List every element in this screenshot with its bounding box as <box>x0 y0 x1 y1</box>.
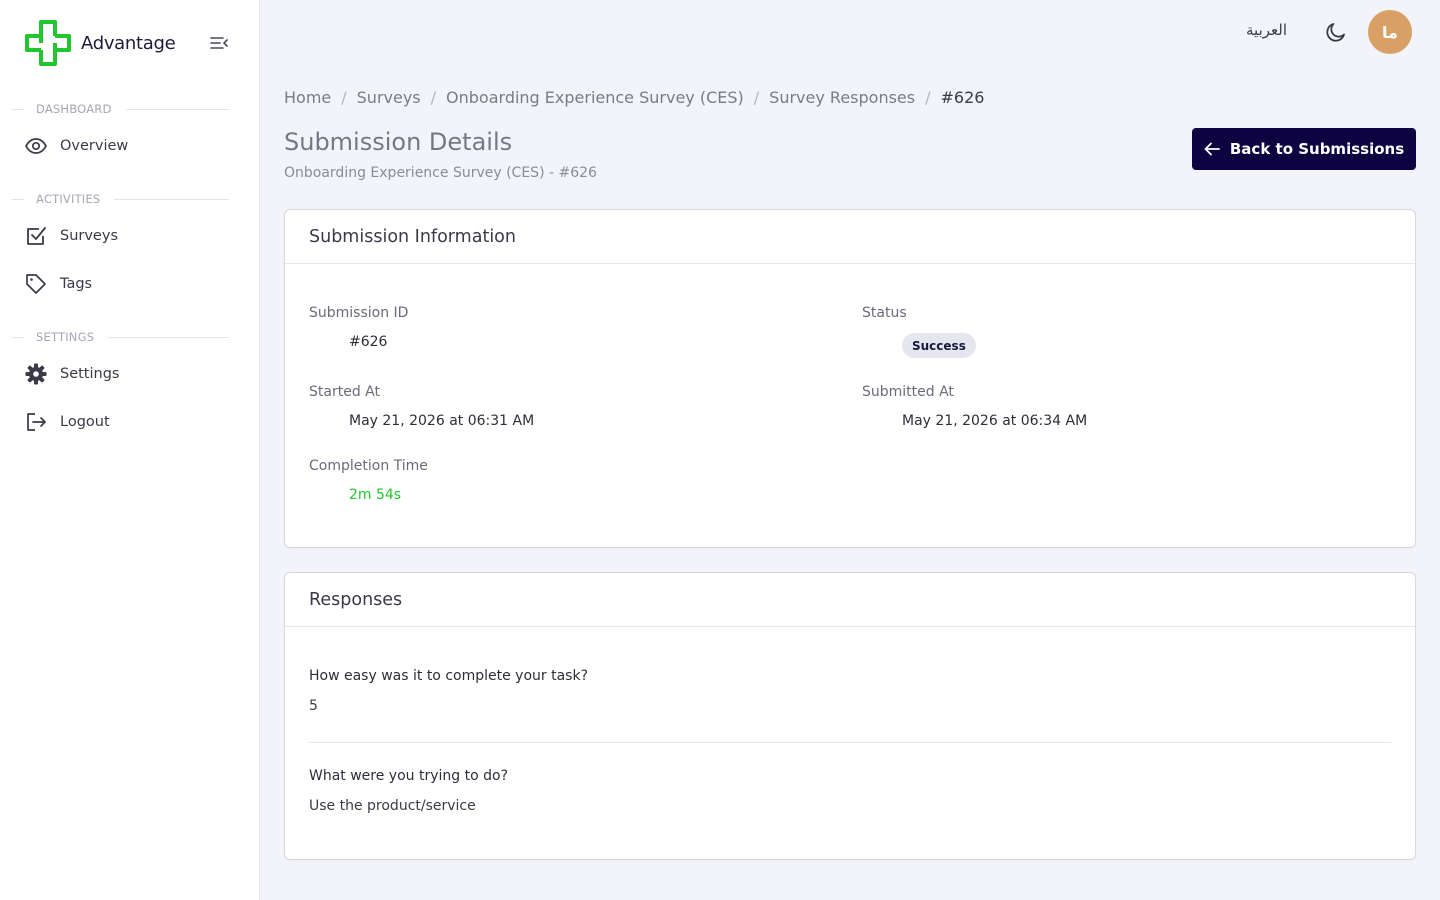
response-question: How easy was it to complete your task? <box>309 668 588 684</box>
breadcrumb: Home / Surveys / Onboarding Experience S… <box>284 88 984 107</box>
submission-info-card: Submission Information Submission ID #62… <box>284 209 1416 548</box>
sidebar-item-tags[interactable]: Tags <box>12 264 248 304</box>
submitted-at-value: May 21, 2026 at 06:34 AM <box>902 413 1088 429</box>
breadcrumb-separator: / <box>430 88 437 107</box>
response-answer: 5 <box>309 698 318 714</box>
status-label: Status <box>862 305 907 321</box>
breadcrumb-responses[interactable]: Survey Responses <box>769 88 915 107</box>
eye-icon <box>24 134 48 158</box>
sidebar-item-label: Overview <box>60 138 129 154</box>
logout-icon <box>24 410 48 434</box>
completion-time-value: 2m 54s <box>349 487 402 503</box>
sidebar-item-label: Surveys <box>60 228 118 244</box>
sidebar-item-logout[interactable]: Logout <box>12 402 248 442</box>
collapse-sidebar-icon[interactable] <box>210 36 228 50</box>
sidebar-item-settings[interactable]: Settings <box>12 354 248 394</box>
response-answer: Use the product/service <box>309 798 476 814</box>
status-badge: Success <box>902 333 976 358</box>
card-title: Responses <box>285 573 1415 627</box>
sidebar-item-surveys[interactable]: Surveys <box>12 216 248 256</box>
language-switch[interactable]: العربية <box>1246 21 1287 39</box>
arrow-left-icon <box>1204 142 1220 156</box>
breadcrumb-separator: / <box>753 88 760 107</box>
sidebar-item-overview[interactable]: Overview <box>12 126 248 166</box>
sidebar-item-label: Logout <box>60 414 110 430</box>
submission-id-label: Submission ID <box>309 305 409 321</box>
back-button-label: Back to Submissions <box>1229 140 1405 158</box>
breadcrumb-surveys[interactable]: Surveys <box>357 88 421 107</box>
brand-name: Advantage <box>81 32 176 54</box>
responses-card: Responses How easy was it to complete yo… <box>284 572 1416 860</box>
response-divider <box>309 742 1391 743</box>
response-question: What were you trying to do? <box>309 768 509 784</box>
logo-icon <box>25 20 71 66</box>
submitted-at-label: Submitted At <box>862 384 954 400</box>
brand-logo[interactable]: Advantage <box>24 19 176 67</box>
section-dashboard: DASHBOARD <box>12 102 229 116</box>
breadcrumb-home[interactable]: Home <box>284 88 331 107</box>
page-subtitle: Onboarding Experience Survey (CES) - #62… <box>284 165 597 181</box>
moon-icon[interactable] <box>1324 20 1348 44</box>
breadcrumb-separator: / <box>925 88 931 107</box>
sidebar: Advantage DASHBOARD Overview ACTIVITIES … <box>0 0 260 900</box>
page-title: Submission Details <box>284 128 513 156</box>
submission-id-value: #626 <box>349 334 388 350</box>
tag-icon <box>24 272 48 296</box>
back-to-submissions-button[interactable]: Back to Submissions <box>1192 128 1416 170</box>
sidebar-item-label: Tags <box>60 276 93 292</box>
checkbox-icon <box>24 224 48 248</box>
breadcrumb-current: #626 <box>940 88 985 107</box>
completion-time-label: Completion Time <box>309 458 428 474</box>
sidebar-item-label: Settings <box>60 366 120 382</box>
section-settings: SETTINGS <box>12 330 229 344</box>
avatar[interactable]: ما <box>1368 10 1412 54</box>
section-activities: ACTIVITIES <box>12 192 229 206</box>
breadcrumb-survey[interactable]: Onboarding Experience Survey (CES) <box>446 88 744 107</box>
started-at-label: Started At <box>309 384 380 400</box>
breadcrumb-separator: / <box>341 88 347 107</box>
card-title: Submission Information <box>285 210 1415 264</box>
gear-icon <box>24 362 48 386</box>
started-at-value: May 21, 2026 at 06:31 AM <box>349 413 535 429</box>
